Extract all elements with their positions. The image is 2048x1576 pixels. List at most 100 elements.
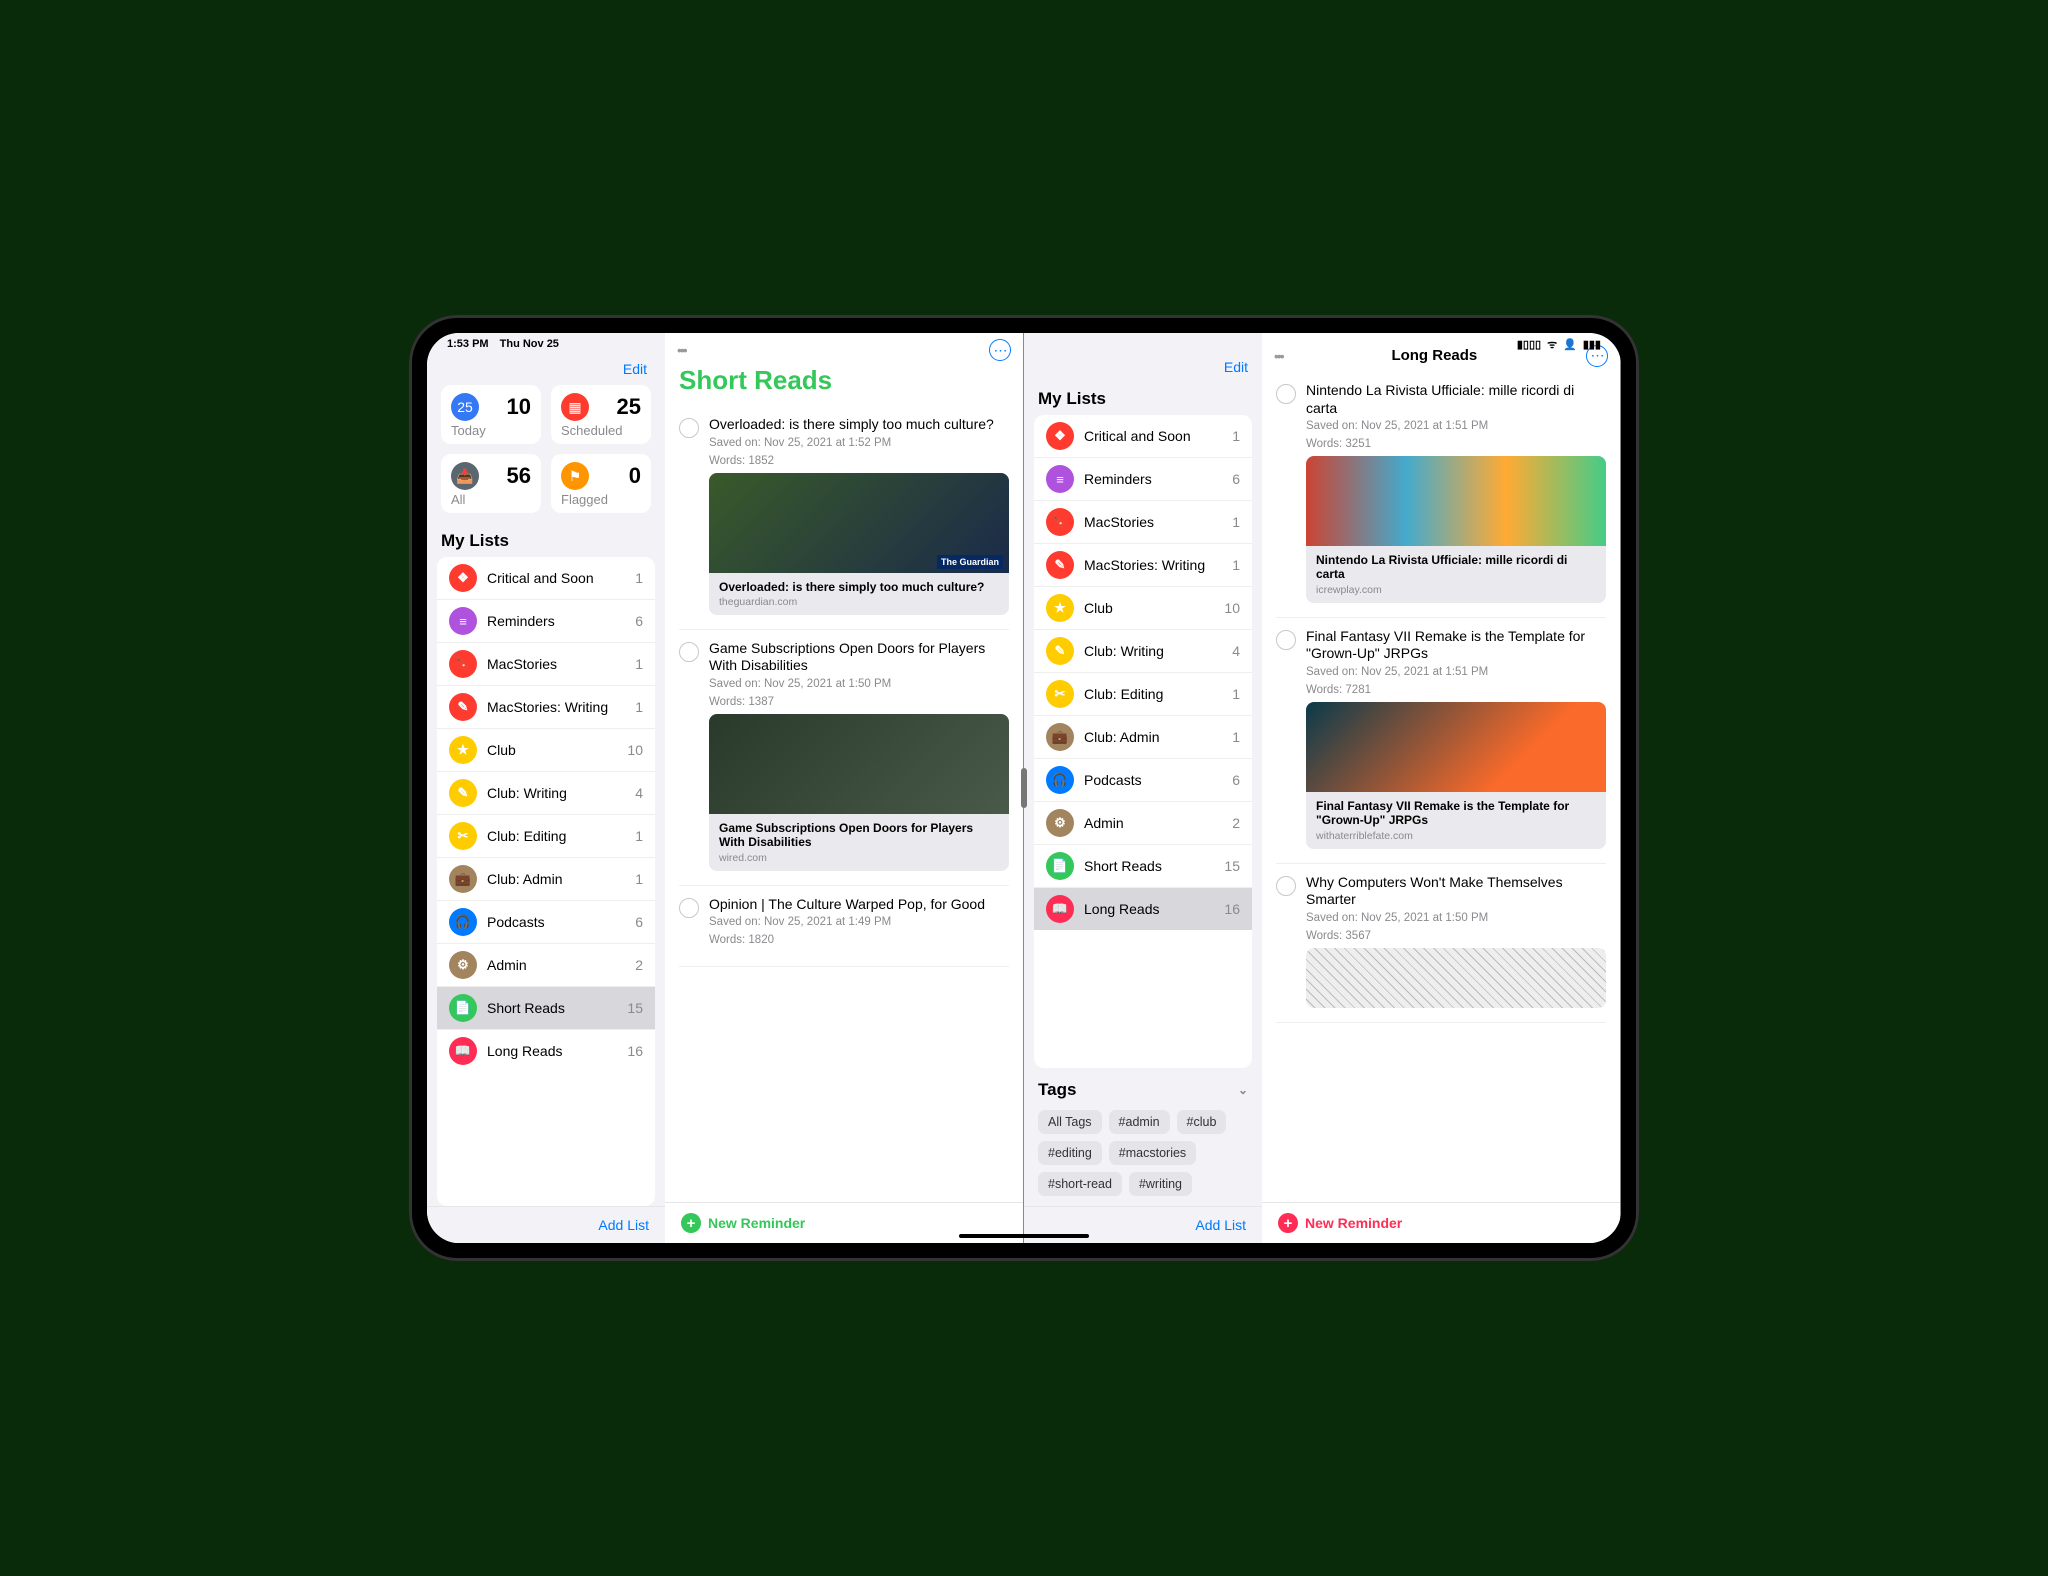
list-row[interactable]: ✎MacStories: Writing1 (437, 686, 655, 729)
list-row[interactable]: ★Club10 (1034, 587, 1252, 630)
reminder-item[interactable]: Game Subscriptions Open Doors for Player… (679, 630, 1009, 886)
list-icon: ✎ (449, 779, 477, 807)
tags-header[interactable]: Tags ⌄ (1034, 1074, 1252, 1106)
preview-image (709, 473, 1009, 573)
summary-card[interactable]: 📥56All (441, 454, 541, 513)
detail-title: Short Reads (665, 361, 1023, 406)
tag-chip[interactable]: #macstories (1109, 1141, 1196, 1165)
list-row[interactable]: 📖Long Reads16 (437, 1030, 655, 1072)
new-reminder-button[interactable]: + New Reminder (681, 1213, 805, 1233)
link-preview[interactable]: Game Subscriptions Open Doors for Player… (709, 714, 1009, 871)
list-row[interactable]: 💼Club: Admin1 (437, 858, 655, 901)
list-label: Club: Editing (1084, 686, 1222, 702)
list-label: Admin (487, 957, 625, 973)
tag-chip[interactable]: #writing (1129, 1172, 1192, 1196)
link-preview[interactable]: Overloaded: is there simply too much cul… (709, 473, 1009, 615)
list-icon: ★ (1046, 594, 1074, 622)
summary-grid: 2510Today▦25Scheduled📥56All⚑0Flagged (439, 385, 653, 525)
item-saved: Saved on: Nov 25, 2021 at 1:49 PM (709, 916, 1009, 928)
add-list-button[interactable]: Add List (1195, 1217, 1246, 1233)
list-label: Club: Admin (1084, 729, 1222, 745)
edit-button[interactable]: Edit (1024, 355, 1262, 383)
tag-chip[interactable]: All Tags (1038, 1110, 1102, 1134)
reminder-item[interactable]: Why Computers Won't Make Themselves Smar… (1276, 864, 1606, 1023)
list-label: Critical and Soon (1084, 428, 1222, 444)
preview-image (1306, 948, 1606, 1008)
list-count: 1 (635, 828, 643, 844)
summary-card[interactable]: 2510Today (441, 385, 541, 444)
list-row[interactable]: ❖Critical and Soon1 (437, 557, 655, 600)
home-indicator[interactable] (959, 1234, 1089, 1238)
list-icon: ✎ (1046, 551, 1074, 579)
item-saved: Saved on: Nov 25, 2021 at 1:50 PM (709, 678, 1009, 690)
items-list[interactable]: Overloaded: is there simply too much cul… (665, 406, 1023, 1202)
list-icon: 💼 (1046, 723, 1074, 751)
link-preview[interactable]: Nintendo La Rivista Ufficiale: mille ric… (1306, 456, 1606, 603)
battery-icon: ▮▮▮ (1583, 338, 1601, 351)
complete-circle[interactable] (1276, 384, 1296, 404)
list-row[interactable]: 🎧Podcasts6 (1034, 759, 1252, 802)
list-row[interactable]: ⚙Admin2 (437, 944, 655, 987)
edit-button[interactable]: Edit (439, 357, 653, 385)
list-row[interactable]: 📄Short Reads15 (437, 987, 655, 1030)
list-row[interactable]: 📖Long Reads16 (1034, 888, 1252, 930)
list-row[interactable]: ✎MacStories: Writing1 (1034, 544, 1252, 587)
tag-chip[interactable]: #club (1177, 1110, 1227, 1134)
list-row[interactable]: ⚙Admin2 (1034, 802, 1252, 845)
plus-icon: + (1278, 1213, 1298, 1233)
list-label: Long Reads (487, 1043, 617, 1059)
tag-chip[interactable]: #editing (1038, 1141, 1102, 1165)
list-row[interactable]: ≡Reminders6 (1034, 458, 1252, 501)
list-row[interactable]: ≡Reminders6 (437, 600, 655, 643)
list-row[interactable]: ★Club10 (437, 729, 655, 772)
list-row[interactable]: 💼Club: Admin1 (1034, 716, 1252, 759)
complete-circle[interactable] (1276, 630, 1296, 650)
list-label: Club (1084, 600, 1214, 616)
list-row[interactable]: ✂Club: Editing1 (1034, 673, 1252, 716)
summary-card[interactable]: ⚑0Flagged (551, 454, 651, 513)
list-row[interactable]: ✎Club: Writing4 (1034, 630, 1252, 673)
list-count: 6 (1232, 772, 1240, 788)
list-row[interactable]: 🔖MacStories1 (437, 643, 655, 686)
tag-chip[interactable]: #admin (1109, 1110, 1170, 1134)
list-count: 16 (627, 1043, 643, 1059)
card-count: 25 (617, 394, 641, 420)
plus-icon: + (681, 1213, 701, 1233)
summary-card[interactable]: ▦25Scheduled (551, 385, 651, 444)
list-row[interactable]: 🎧Podcasts6 (437, 901, 655, 944)
mylists-header: My Lists (1024, 383, 1262, 415)
tag-chip[interactable]: #short-read (1038, 1172, 1122, 1196)
list-row[interactable]: ❖Critical and Soon1 (1034, 415, 1252, 458)
mylists-header: My Lists (427, 525, 665, 557)
preview-source: wired.com (719, 852, 999, 864)
complete-circle[interactable] (679, 898, 699, 918)
item-saved: Saved on: Nov 25, 2021 at 1:51 PM (1306, 666, 1606, 678)
items-list[interactable]: Nintendo La Rivista Ufficiale: mille ric… (1262, 372, 1620, 1202)
preview-title: Overloaded: is there simply too much cul… (719, 580, 999, 594)
complete-circle[interactable] (679, 418, 699, 438)
preview-title: Game Subscriptions Open Doors for Player… (719, 821, 999, 850)
list-row[interactable]: ✎Club: Writing4 (437, 772, 655, 815)
list-row[interactable]: 🔖MacStories1 (1034, 501, 1252, 544)
card-count: 0 (629, 463, 641, 489)
link-preview[interactable]: Final Fantasy VII Remake is the Template… (1306, 702, 1606, 849)
link-preview[interactable] (1306, 948, 1606, 1008)
list-label: Reminders (487, 613, 625, 629)
list-icon: ✂ (1046, 680, 1074, 708)
list-count: 1 (1232, 557, 1240, 573)
add-list-button[interactable]: Add List (598, 1217, 649, 1233)
list-label: Critical and Soon (487, 570, 625, 586)
reminder-item[interactable]: Nintendo La Rivista Ufficiale: mille ric… (1276, 372, 1606, 618)
new-reminder-button[interactable]: + New Reminder (1278, 1213, 1402, 1233)
app-right: Edit My Lists ❖Critical and Soon1≡Remind… (1024, 333, 1621, 1243)
card-label: All (451, 492, 531, 507)
list-row[interactable]: 📄Short Reads15 (1034, 845, 1252, 888)
reminder-item[interactable]: Opinion | The Culture Warped Pop, for Go… (679, 886, 1009, 968)
reminder-item[interactable]: Overloaded: is there simply too much cul… (679, 406, 1009, 630)
splitview-handle[interactable] (1021, 768, 1027, 808)
complete-circle[interactable] (1276, 876, 1296, 896)
list-row[interactable]: ✂Club: Editing1 (437, 815, 655, 858)
reminder-item[interactable]: Final Fantasy VII Remake is the Template… (1276, 618, 1606, 864)
status-time: 1:53 PM (447, 338, 489, 350)
complete-circle[interactable] (679, 642, 699, 662)
